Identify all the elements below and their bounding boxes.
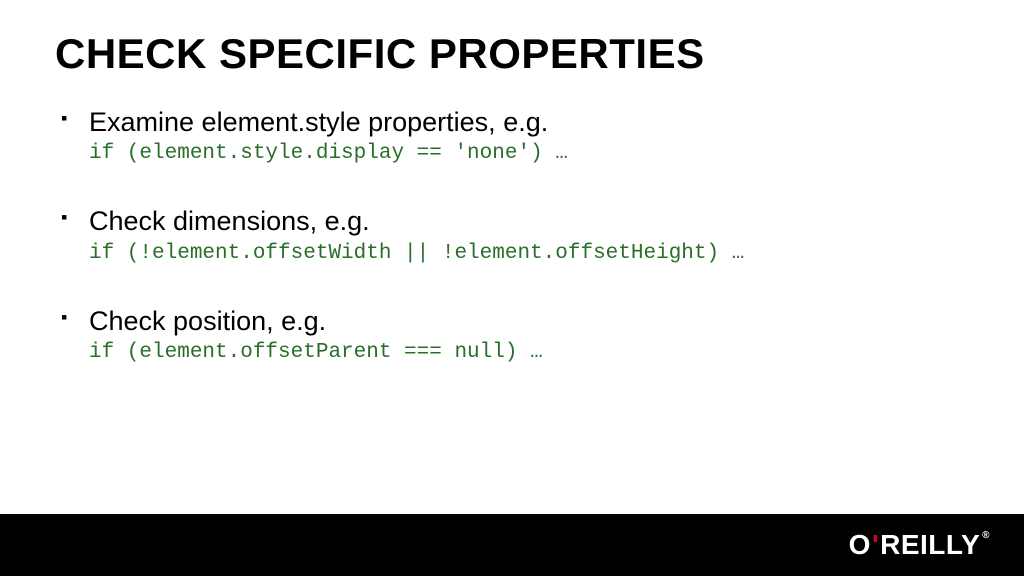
slide-content: CHECK SPECIFIC PROPERTIES Examine elemen… bbox=[0, 0, 1024, 364]
bullet-text: Check dimensions, e.g. bbox=[89, 206, 370, 236]
footer-bar: O'REILLY® bbox=[0, 514, 1024, 576]
oreilly-logo: O'REILLY® bbox=[849, 529, 990, 561]
bullet-list: Examine element.style properties, e.g. i… bbox=[55, 106, 969, 364]
registered-mark: ® bbox=[982, 530, 990, 541]
bullet-text: Check position, e.g. bbox=[89, 306, 326, 336]
brand-text-right: REILLY bbox=[880, 529, 980, 561]
brand-apostrophe: ' bbox=[872, 529, 879, 561]
bullet-item: Check position, e.g. if (element.offsetP… bbox=[59, 305, 969, 364]
code-snippet: if (element.style.display == 'none') … bbox=[89, 142, 969, 165]
brand-text-left: O bbox=[849, 529, 871, 561]
bullet-item: Check dimensions, e.g. if (!element.offs… bbox=[59, 205, 969, 264]
bullet-item: Examine element.style properties, e.g. i… bbox=[59, 106, 969, 165]
bullet-text: Examine element.style properties, e.g. bbox=[89, 107, 548, 137]
slide-title: CHECK SPECIFIC PROPERTIES bbox=[55, 30, 969, 78]
code-snippet: if (element.offsetParent === null) … bbox=[89, 341, 969, 364]
code-snippet: if (!element.offsetWidth || !element.off… bbox=[89, 242, 969, 265]
